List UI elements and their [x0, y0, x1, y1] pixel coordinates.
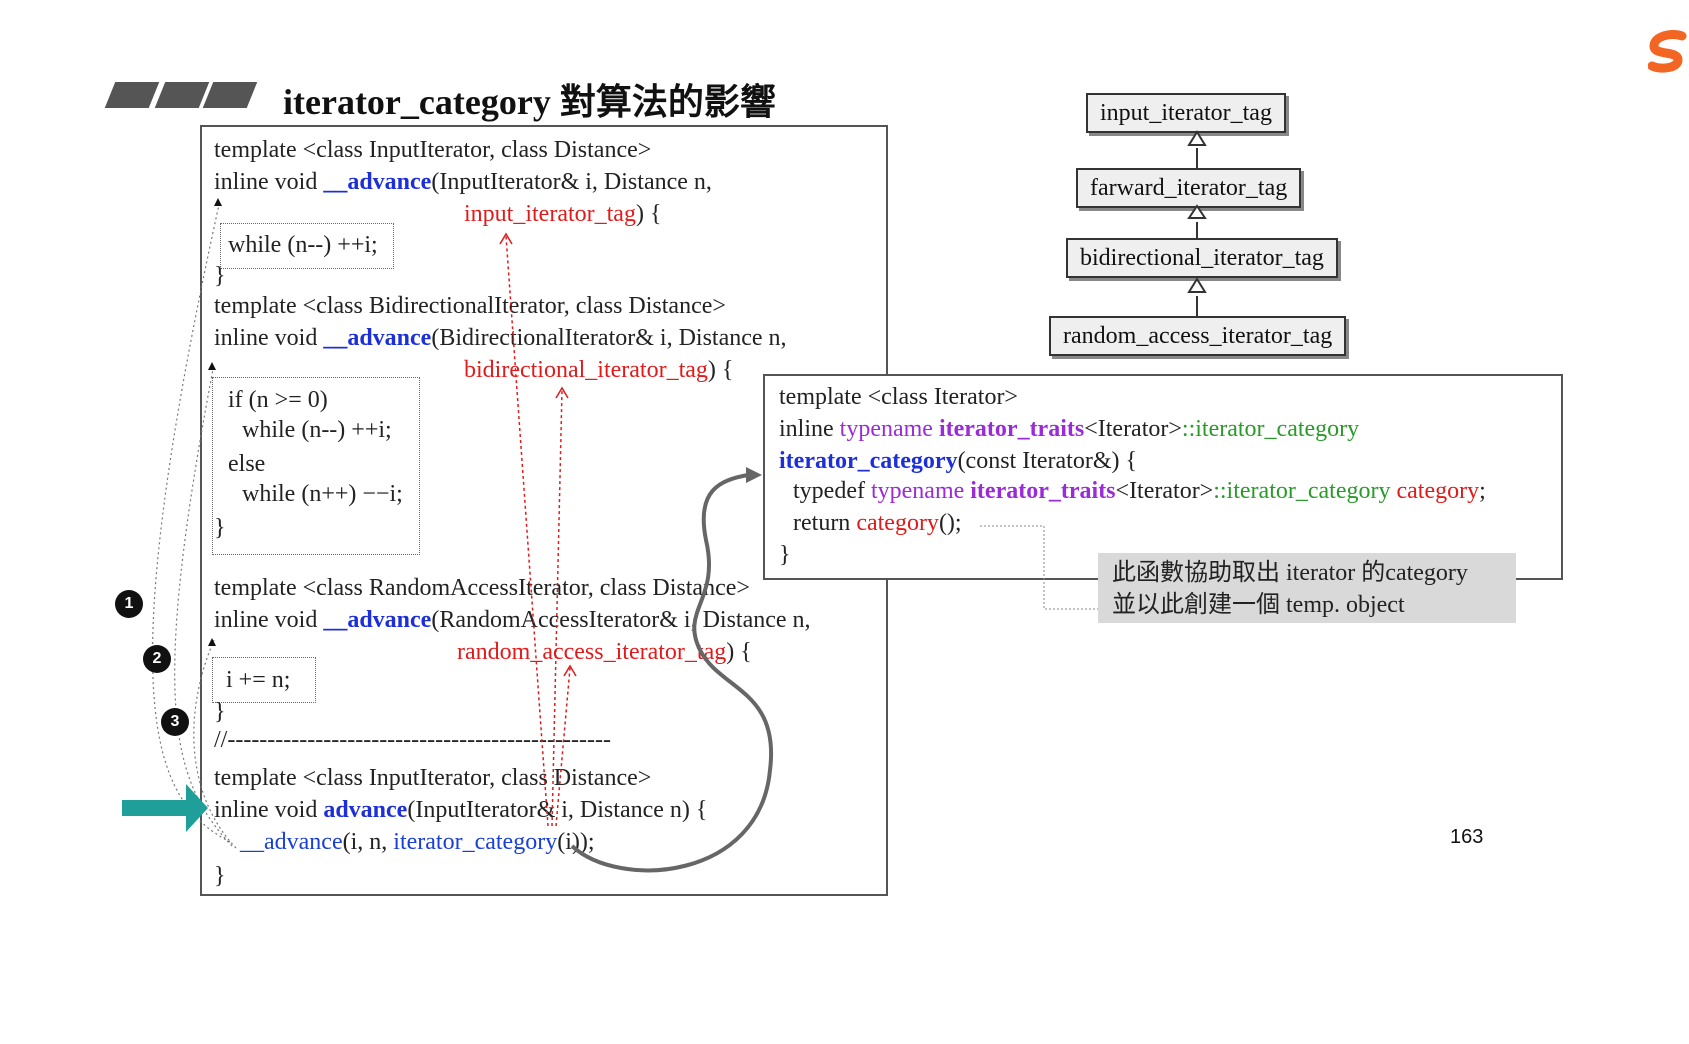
- badge-3: 3: [161, 708, 189, 736]
- call-flow-curve: [570, 473, 774, 873]
- inheritance-connectors: [1187, 130, 1207, 316]
- dispatch-line: [505, 235, 549, 827]
- curve-arrowheads: [208, 198, 222, 646]
- dispatch-line: [551, 389, 563, 827]
- inheritance-arrow-icon: [1187, 277, 1207, 293]
- curve-3: [193, 639, 237, 849]
- dispatch-arrows: [505, 235, 571, 827]
- curve-2: [174, 363, 233, 847]
- diagram-overlay: [122, 130, 1207, 873]
- badge-2: 2: [143, 645, 171, 673]
- dispatch-arrowheads: [499, 232, 577, 677]
- overload-curves: [151, 199, 237, 849]
- curve-1: [151, 199, 231, 843]
- page-number: 163: [1450, 826, 1484, 848]
- badge-1: 1: [115, 590, 143, 618]
- flow-arrow-icon: [746, 467, 762, 483]
- arrow-up-icon: [208, 362, 216, 370]
- inheritance-arrow-icon: [1187, 204, 1207, 219]
- arrow-up-icon: [208, 638, 216, 646]
- arrow-up-icon: [214, 198, 222, 206]
- dispatch-line: [555, 667, 571, 827]
- inheritance-arrow-icon: [1187, 130, 1207, 146]
- note-connector: [980, 525, 1098, 610]
